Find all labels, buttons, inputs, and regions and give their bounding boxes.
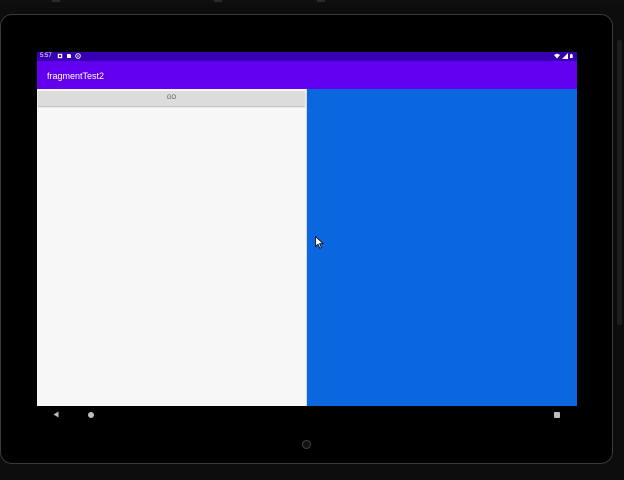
host-window-top-strip	[0, 0, 624, 3]
signal-icon	[562, 53, 568, 59]
battery-icon	[570, 54, 573, 58]
go-button[interactable]: GO	[38, 91, 305, 106]
hardware-home-button[interactable]	[302, 440, 311, 449]
host-toolbar-mark	[52, 0, 60, 2]
host-toolbar-mark	[317, 0, 325, 2]
status-time: 5:57	[40, 53, 52, 59]
host-toolbar-mark	[214, 0, 222, 2]
status-bar: 5:57	[37, 52, 577, 61]
home-icon[interactable]	[88, 412, 94, 418]
sd-card-icon	[67, 54, 71, 58]
system-status-icons	[554, 53, 574, 59]
notification-icons	[57, 53, 81, 59]
left-fragment: GO	[37, 89, 307, 406]
wifi-icon	[554, 53, 560, 59]
app-bar: fragmentTest2	[37, 61, 577, 89]
recents-icon[interactable]	[554, 412, 560, 418]
app-title: fragmentTest2	[47, 71, 105, 81]
settings-notification-icon	[57, 53, 63, 59]
mouse-cursor-icon	[315, 236, 324, 249]
right-fragment	[307, 89, 577, 406]
sync-icon	[75, 53, 81, 59]
back-icon[interactable]	[53, 411, 59, 418]
device-screen: 5:57 fragmentTest2 GO	[37, 52, 577, 406]
host-scrollbar[interactable]	[617, 40, 622, 325]
navigation-bar	[37, 406, 577, 424]
